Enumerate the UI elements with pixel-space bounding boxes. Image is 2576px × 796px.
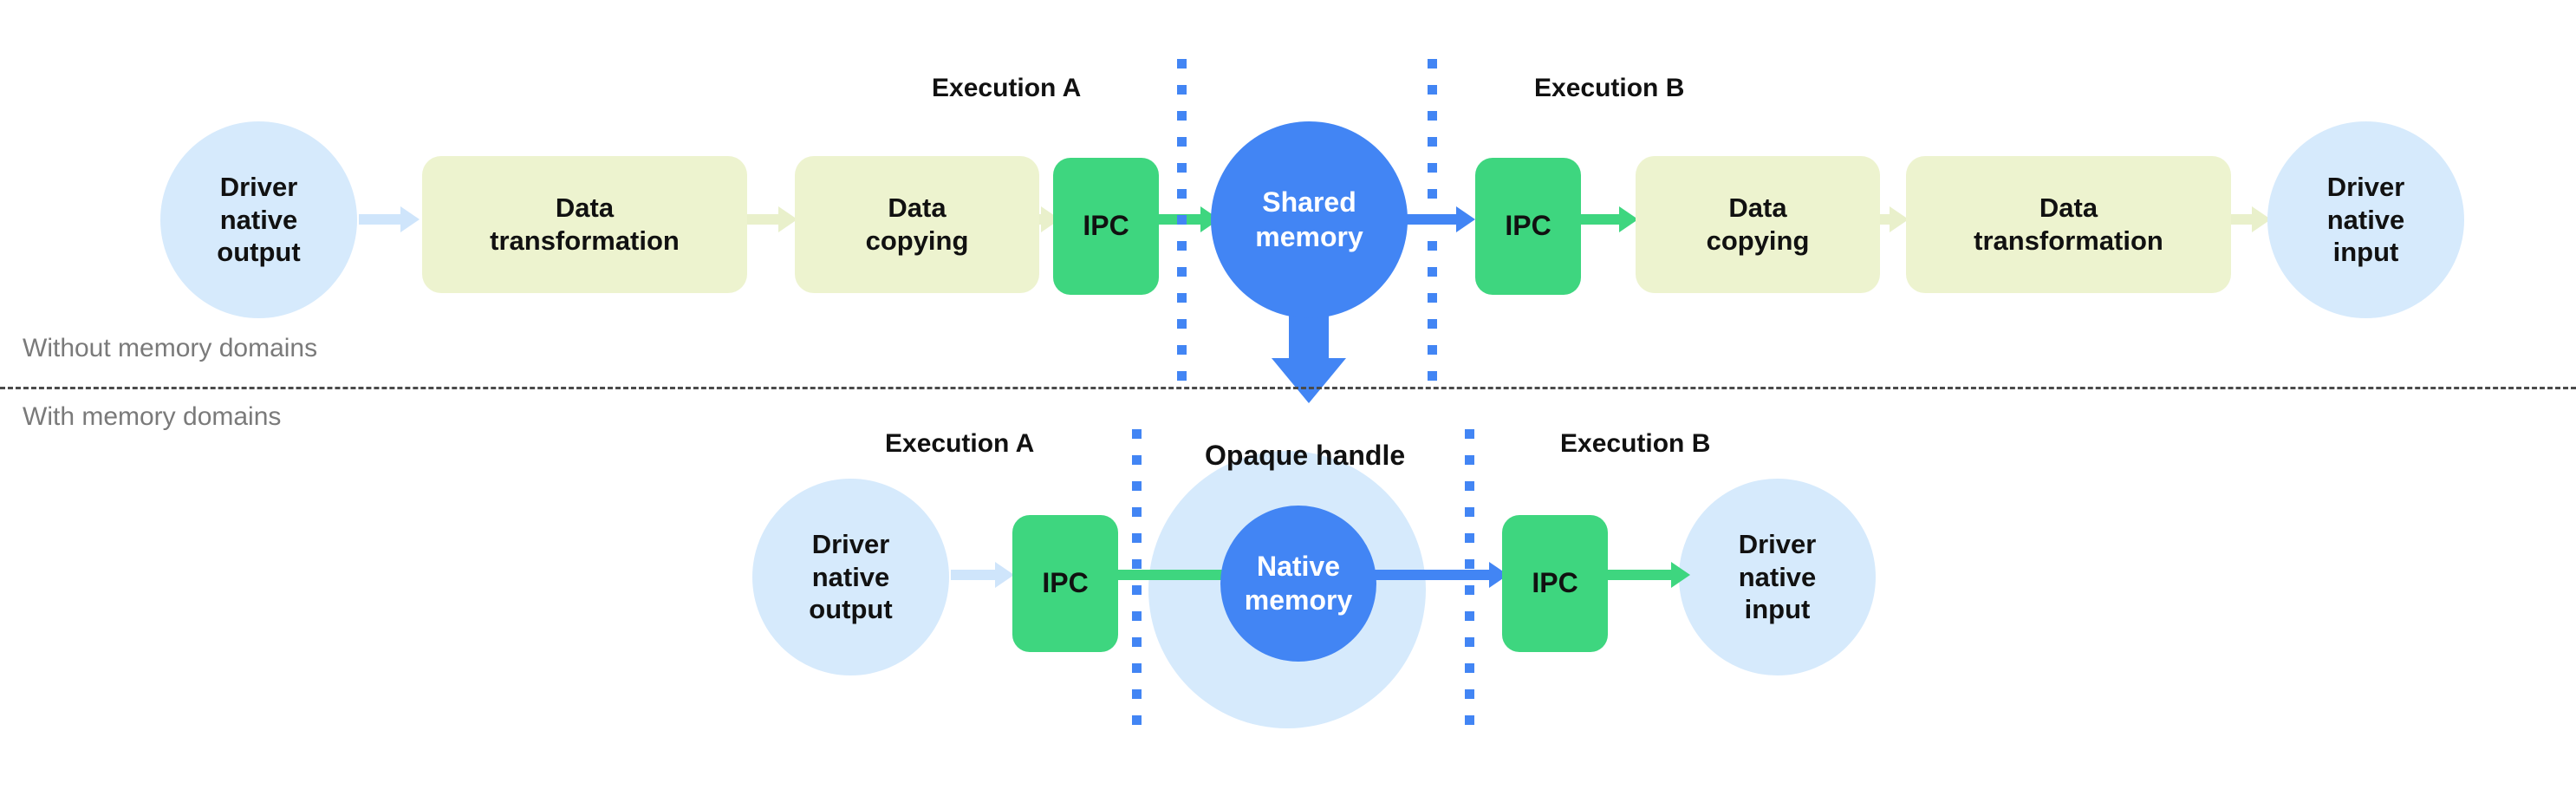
node-ipc-b-top: IPC [1475,158,1581,295]
node-line-2: native [1738,561,1817,592]
node-line-3: output [217,237,301,268]
node-data-transformation-top-in: Data transformation [1906,156,2231,293]
memory-domain-boundary-left-top [1177,59,1187,397]
node-ipc-a-bottom: IPC [1012,515,1118,652]
node-line-3: input [1744,594,1811,625]
opaque-handle-label: Opaque handle [1205,440,1406,471]
node-line-2: copying [1706,225,1810,256]
node-data-transformation-top-out: Data transformation [422,156,747,293]
execution-a-label-bottom: Execution A [885,429,1035,458]
node-line-1: Data [555,192,615,224]
memory-domain-boundary-left-bottom [1132,429,1142,741]
node-line-1: Driver [2326,171,2405,202]
node-line-1: Data [2039,192,2098,224]
node-shared-memory: Shared memory [1211,121,1408,318]
node-line-1: Data [888,192,946,224]
execution-b-label-bottom: Execution B [1560,429,1711,458]
node-ipc-b-bottom: IPC [1502,515,1608,652]
diagram-canvas: Execution A Execution B Driver native ou… [0,0,2576,796]
memory-domain-boundary-right-top [1428,59,1437,397]
node-line-2: native [811,561,890,592]
node-driver-native-input-top: Driver native input [2267,121,2464,318]
node-line-1: Data [1728,192,1787,224]
label-with-memory-domains: With memory domains [23,402,282,431]
node-line-2: transformation [1974,225,2163,256]
node-native-memory: Native memory [1220,506,1376,662]
label-without-memory-domains: Without memory domains [23,334,318,362]
node-driver-native-output-top: Driver native output [160,121,357,318]
node-line-1: Driver [811,528,890,559]
node-data-copying-top-in: Data copying [1636,156,1880,293]
node-line-2: native [2326,204,2405,235]
node-data-copying-top-out: Data copying [795,156,1039,293]
memory-domain-divider [0,387,2576,389]
memory-domain-boundary-right-bottom [1465,429,1474,741]
execution-a-label-top: Execution A [932,74,1082,102]
execution-b-label-top: Execution B [1534,74,1685,102]
node-ipc-a-top: IPC [1053,158,1159,295]
node-line-2: memory [1244,584,1353,616]
node-line-1: Shared [1262,186,1356,219]
node-line-3: output [809,594,893,625]
node-line-2: copying [865,225,969,256]
node-driver-native-output-bottom: Driver native output [752,479,949,675]
node-line-2: transformation [490,225,680,256]
node-line-3: input [2332,237,2399,268]
node-line-2: memory [1255,220,1363,252]
node-line-1: Driver [1738,528,1817,559]
node-driver-native-input-bottom: Driver native input [1679,479,1876,675]
node-line-2: native [219,204,298,235]
node-line-1: Driver [219,171,298,202]
node-line-1: Native [1256,550,1341,582]
